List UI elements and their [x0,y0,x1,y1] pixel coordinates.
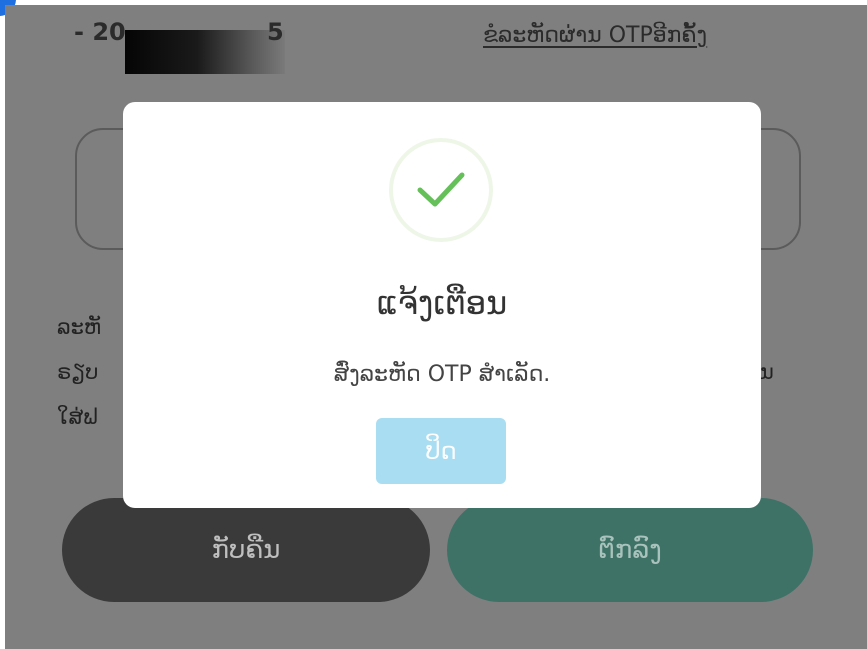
phone-number-redaction [125,30,285,74]
confirm-button[interactable]: ຕົກລົງ [447,498,813,602]
phone-number-prefix: - 20 [74,18,126,46]
alert-dialog: ແຈ້ງເຕືອນ ສົ່ງລະຫັດ OTP ສຳເລັດ. ປິດ [123,102,761,508]
resend-otp-link[interactable]: ຂໍລະຫັດຜ່ານ OTPອີກຄັ້ງ [483,23,707,48]
phone-number-suffix: 5 [267,18,284,46]
check-icon [417,172,465,207]
dialog-title: ແຈ້ງເຕືອນ [376,284,508,322]
success-badge [389,138,493,242]
back-button[interactable]: ກັບຄືນ [62,498,430,602]
dialog-message: ສົ່ງລະຫັດ OTP ສຳເລັດ. [333,362,551,387]
close-button[interactable]: ປິດ [376,418,506,484]
otp-instructions-tail: ນ [760,360,774,384]
otp-screen: - 20 5 ຂໍລະຫັດຜ່ານ OTPອີກຄັ້ງ ລະຫັ ຣຽບ ໃ… [5,5,867,649]
